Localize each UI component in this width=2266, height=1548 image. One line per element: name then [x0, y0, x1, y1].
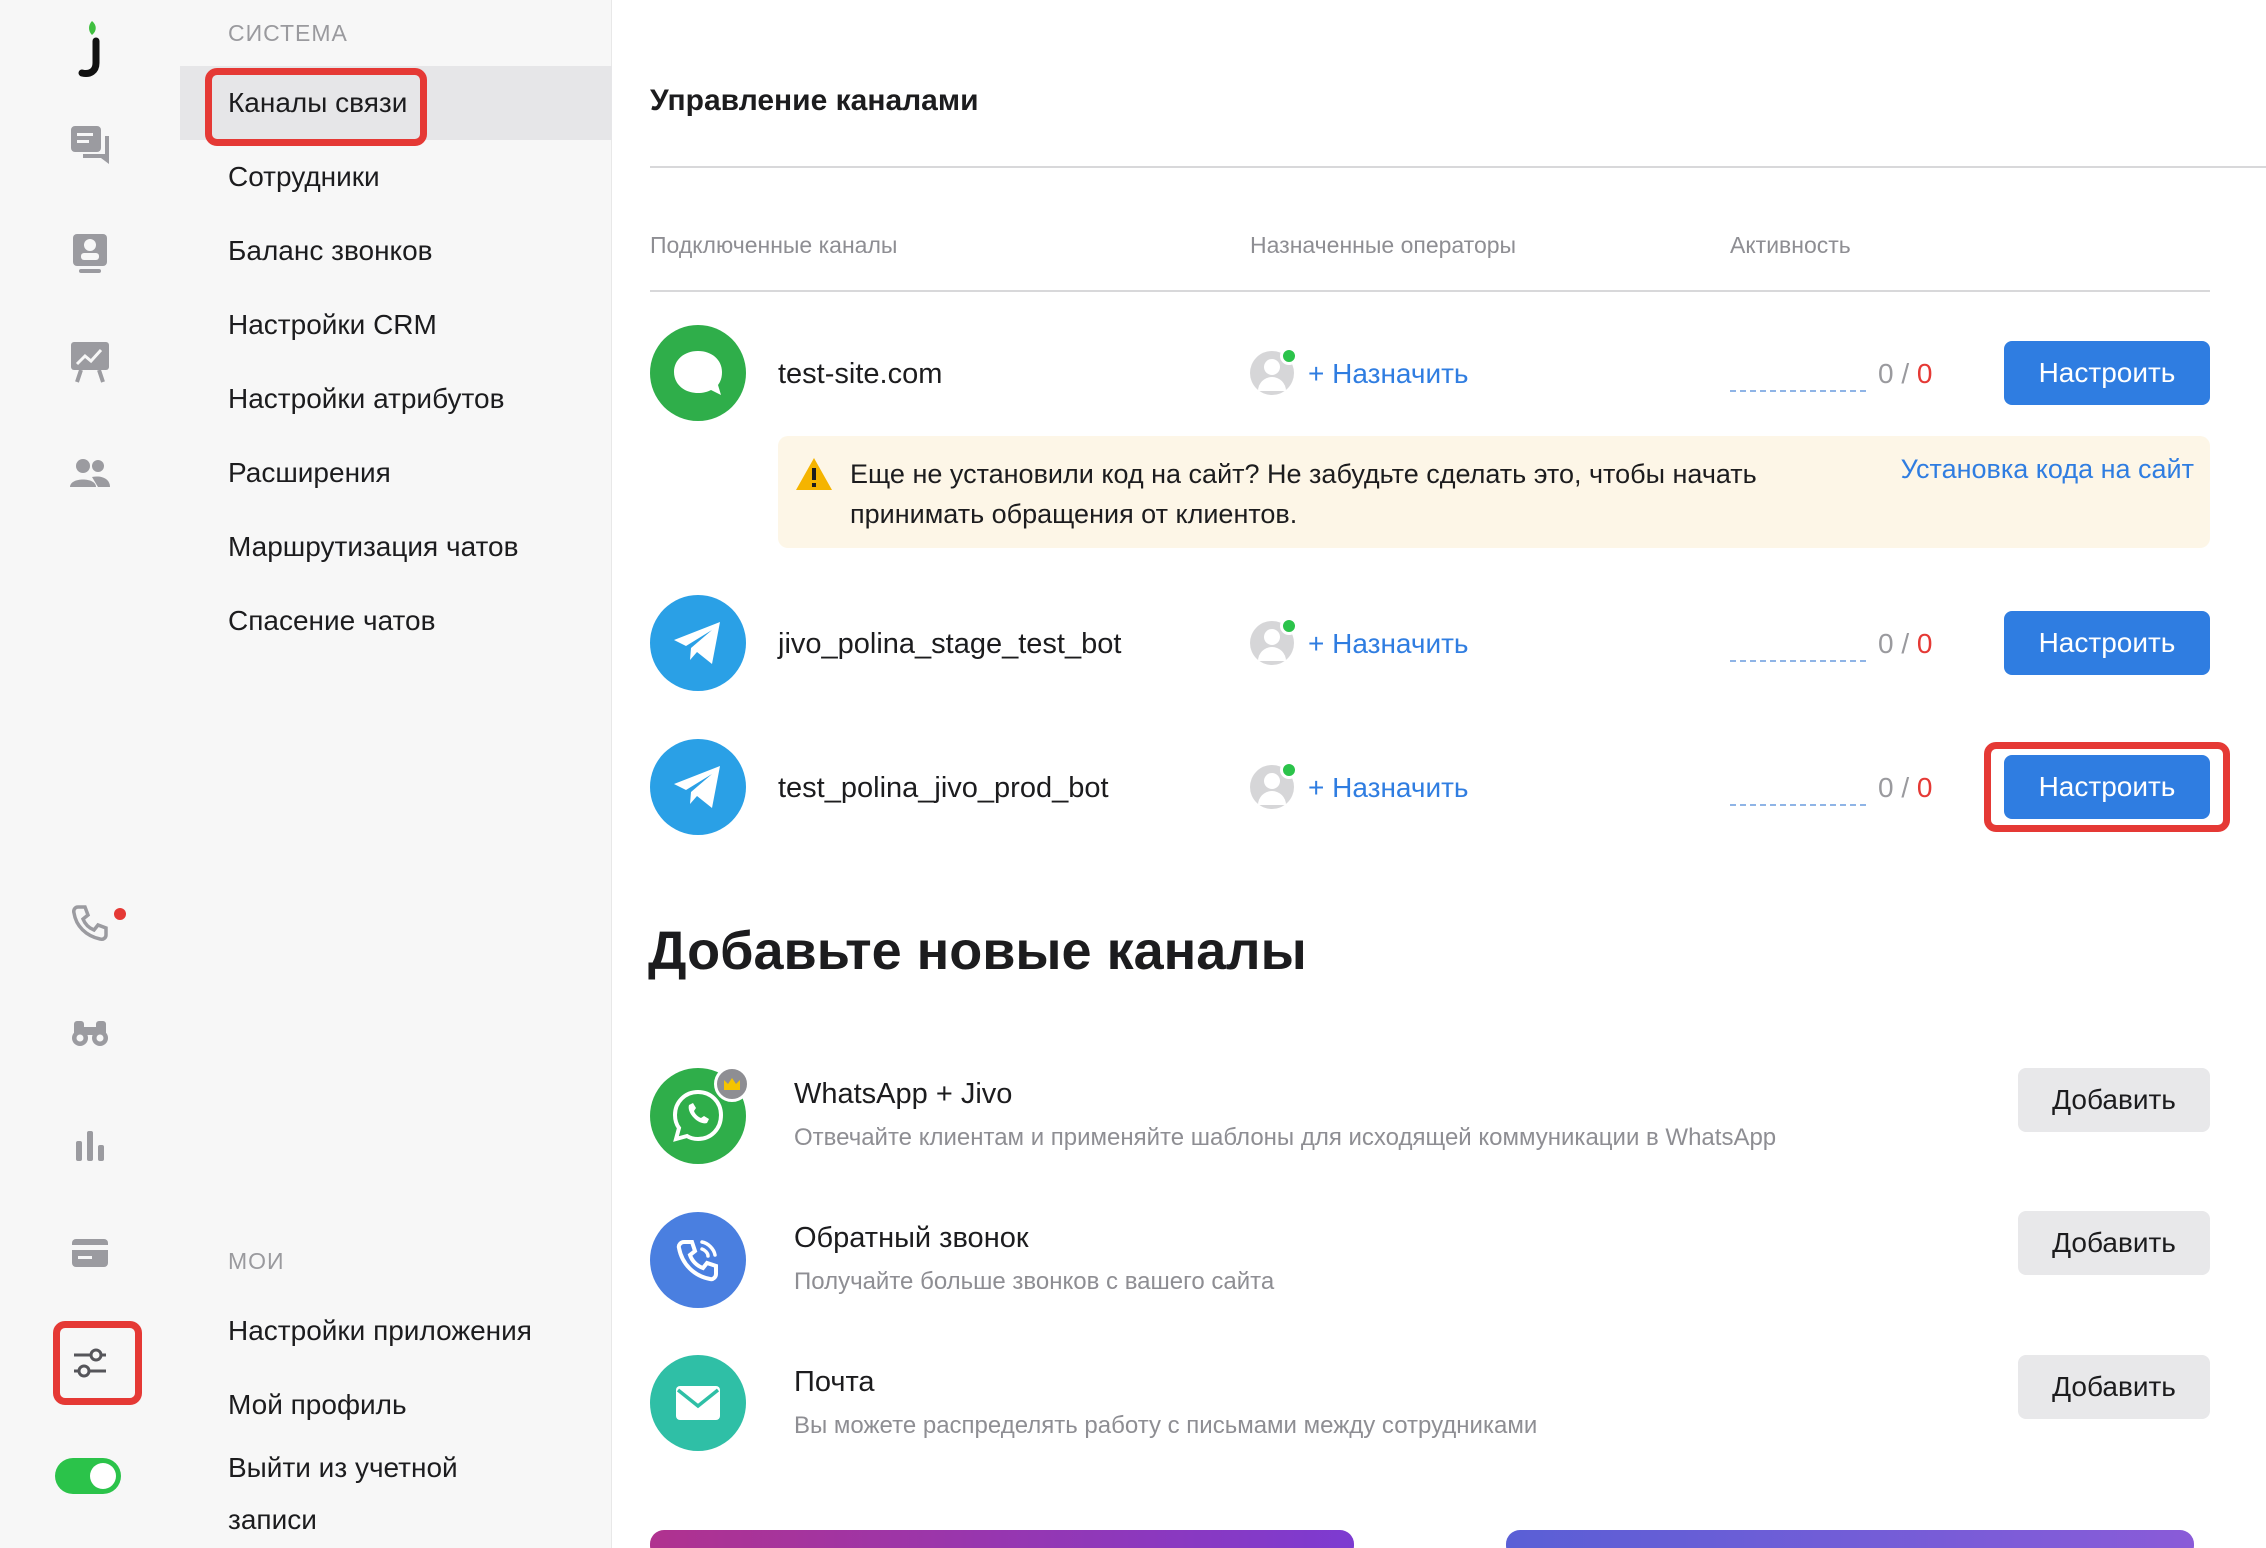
promo-banner-left[interactable] — [650, 1530, 1354, 1548]
add-channel-title: Почта — [794, 1366, 875, 1398]
warning-text: Еще не установили код на сайт? Не забудь… — [850, 459, 1757, 529]
sidebar-item-crm-settings[interactable]: Настройки CRM — [180, 288, 612, 362]
chat-bubble-icon — [650, 325, 746, 421]
billing-icon[interactable] — [0, 1218, 180, 1288]
page-title: Управление каналами — [650, 84, 979, 117]
add-channel-title: WhatsApp + Jivo — [794, 1078, 1013, 1110]
section-mine-label: МОИ — [228, 1248, 285, 1274]
configure-button[interactable]: Настроить — [2004, 341, 2210, 405]
telegram-icon — [650, 595, 746, 691]
activity-indicator — [1730, 390, 1866, 392]
sidebar-item-employees[interactable]: Сотрудники — [180, 140, 612, 214]
activity-indicator — [1730, 660, 1866, 662]
settings-sidebar: СИСТЕМА Каналы связи Сотрудники Баланс з… — [180, 0, 612, 1548]
operator-avatar — [1250, 347, 1298, 395]
col-header-activity: Активность — [1730, 232, 1851, 258]
assign-operator-link[interactable]: + Назначить — [1308, 628, 1469, 660]
add-channel-desc: Отвечайте клиентам и применяйте шаблоны … — [794, 1124, 1777, 1151]
team-icon[interactable] — [0, 438, 180, 508]
header-divider — [650, 290, 2210, 292]
install-code-warning: Еще не установили код на сайт? Не забудь… — [778, 436, 2210, 548]
title-divider — [650, 166, 2266, 168]
assign-operator-link[interactable]: + Назначить — [1308, 772, 1469, 804]
main-content: Управление каналами Подключенные каналы … — [612, 0, 2266, 1548]
status-toggle[interactable] — [55, 1458, 121, 1494]
operator-avatar — [1250, 617, 1298, 665]
channels-highlight — [205, 68, 427, 146]
chat-icon[interactable] — [0, 110, 180, 180]
presentation-icon[interactable] — [0, 326, 180, 396]
sidebar-item-chat-routing[interactable]: Маршрутизация чатов — [180, 510, 612, 584]
assign-operator-link[interactable]: + Назначить — [1308, 358, 1469, 390]
sidebar-item-extensions[interactable]: Расширения — [180, 436, 612, 510]
col-header-channels: Подключенные каналы — [650, 232, 898, 258]
add-channel-desc: Получайте больше звонков с вашего сайта — [794, 1268, 1275, 1295]
callback-icon — [650, 1212, 746, 1308]
chat-counter: 0 / 0 — [1878, 628, 1933, 659]
sidebar-item-chat-rescue[interactable]: Спасение чатов — [180, 584, 612, 658]
add-channel-title: Обратный звонок — [794, 1222, 1029, 1254]
mail-icon — [650, 1355, 746, 1451]
add-channels-title: Добавьте новые каналы — [648, 921, 1307, 981]
activity-indicator — [1730, 804, 1866, 806]
chat-counter: 0 / 0 — [1878, 772, 1933, 803]
binoculars-icon[interactable] — [0, 998, 180, 1068]
install-code-link[interactable]: Установка кода на сайт — [1901, 454, 2194, 485]
sidebar-item-app-settings[interactable]: Настройки приложения — [180, 1294, 612, 1368]
settings-highlight — [53, 1321, 142, 1405]
premium-crown-icon — [714, 1066, 750, 1102]
sidebar-item-my-profile[interactable]: Мой профиль — [180, 1368, 612, 1442]
add-mail-button[interactable]: Добавить — [2018, 1355, 2210, 1419]
configure-button[interactable]: Настроить — [2004, 611, 2210, 675]
promo-banner-right[interactable] — [1506, 1530, 2194, 1548]
sidebar-item-call-balance[interactable]: Баланс звонков — [180, 214, 612, 288]
warning-icon — [796, 458, 832, 490]
phone-icon[interactable] — [0, 888, 180, 958]
sidebar-item-attribute-settings[interactable]: Настройки атрибутов — [180, 362, 612, 436]
operator-avatar — [1250, 761, 1298, 809]
telegram-icon — [650, 739, 746, 835]
contacts-icon[interactable] — [0, 218, 180, 288]
channel-name[interactable]: test-site.com — [778, 358, 942, 391]
add-channel-desc: Вы можете распределять работу с письмами… — [794, 1412, 1538, 1439]
configure-highlight — [1984, 742, 2230, 832]
add-whatsapp-button[interactable]: Добавить — [2018, 1068, 2210, 1132]
jivo-logo[interactable] — [0, 14, 180, 84]
channel-name[interactable]: test_polina_jivo_prod_bot — [778, 772, 1109, 805]
chat-counter: 0 / 0 — [1878, 358, 1933, 389]
analytics-icon[interactable] — [0, 1110, 180, 1180]
icon-rail — [0, 0, 180, 1548]
notification-badge — [114, 908, 126, 920]
section-system-label: СИСТЕМА — [228, 20, 348, 46]
add-callback-button[interactable]: Добавить — [2018, 1211, 2210, 1275]
sidebar-item-logout[interactable]: Выйти из учетной — [180, 1442, 612, 1494]
channel-name[interactable]: jivo_polina_stage_test_bot — [778, 628, 1121, 661]
sidebar-item-logout-cont[interactable]: записи — [180, 1494, 612, 1546]
col-header-operators: Назначенные операторы — [1250, 232, 1517, 258]
